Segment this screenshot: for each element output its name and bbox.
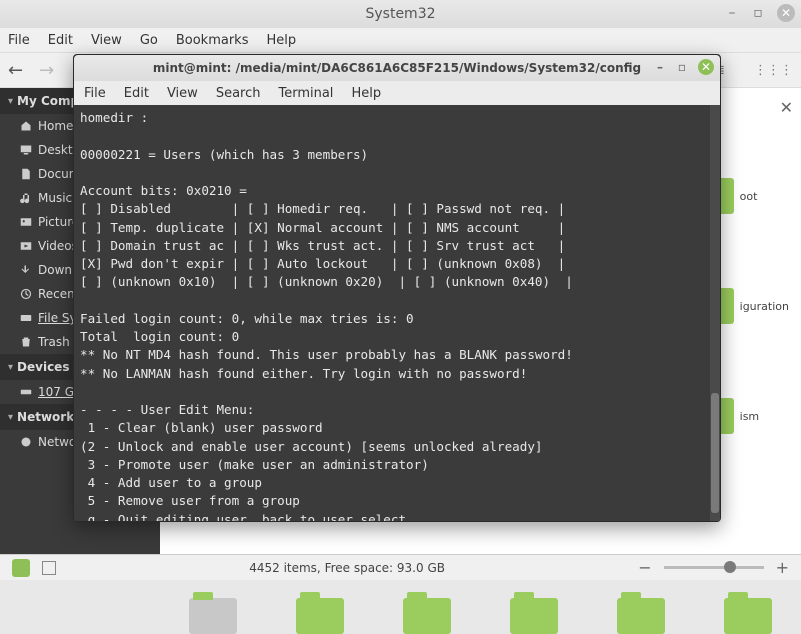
terminal-title: mint@mint: /media/mint/DA6C861A6C85F215/… [153, 61, 641, 75]
close-icon[interactable]: ✕ [777, 4, 795, 22]
term-menu-file[interactable]: File [84, 86, 106, 101]
menu-edit[interactable]: Edit [48, 33, 73, 48]
folder-icon [617, 598, 665, 634]
desktop-icon [20, 144, 32, 156]
recent-icon [20, 288, 32, 300]
terminal-menubar: File Edit View Search Terminal Help [74, 81, 720, 105]
filesystem-icon [20, 312, 32, 324]
status-bar: 4452 items, Free space: 93.0 GB − + [0, 554, 801, 580]
menu-go[interactable]: Go [140, 33, 158, 48]
folder-item[interactable] [183, 598, 243, 634]
terminal-maximize-icon[interactable]: ▫ [676, 61, 688, 73]
menu-help[interactable]: Help [266, 33, 296, 48]
window-title: System32 [365, 6, 435, 22]
term-menu-help[interactable]: Help [351, 86, 381, 101]
status-app-icon[interactable] [12, 559, 30, 577]
menu-view[interactable]: View [91, 33, 122, 48]
folder-item[interactable] [504, 598, 564, 634]
term-menu-view[interactable]: View [167, 86, 198, 101]
file-manager-titlebar[interactable]: System32 – ▫ ✕ [0, 0, 801, 28]
terminal-body[interactable]: homedir : 00000221 = Users (which has 3 … [74, 105, 720, 521]
folder-icon [510, 598, 558, 634]
zoom-slider[interactable] [664, 566, 764, 569]
status-toggle-icon[interactable] [42, 561, 56, 575]
folder-row [160, 598, 801, 634]
zoom-in-icon[interactable]: + [776, 558, 789, 577]
zoom-out-icon[interactable]: − [638, 558, 651, 577]
panel-close-icon[interactable]: ✕ [780, 98, 793, 117]
maximize-icon[interactable]: ▫ [751, 6, 765, 20]
download-icon [20, 264, 32, 276]
terminal-window[interactable]: mint@mint: /media/mint/DA6C861A6C85F215/… [73, 54, 721, 522]
menu-bookmarks[interactable]: Bookmarks [176, 33, 249, 48]
trash-icon [20, 336, 32, 348]
terminal-scrollbar[interactable] [710, 105, 720, 521]
term-menu-terminal[interactable]: Terminal [278, 86, 333, 101]
drive-icon [20, 386, 32, 398]
folder-icon [296, 598, 344, 634]
videos-icon [20, 240, 32, 252]
forward-icon[interactable]: → [39, 60, 54, 81]
documents-icon [20, 168, 32, 180]
folder-item[interactable] [611, 598, 671, 634]
home-icon [20, 120, 32, 132]
terminal-titlebar[interactable]: mint@mint: /media/mint/DA6C861A6C85F215/… [74, 55, 720, 81]
term-menu-edit[interactable]: Edit [124, 86, 149, 101]
back-icon[interactable]: ← [8, 60, 23, 81]
music-icon [20, 192, 32, 204]
folder-item[interactable] [718, 598, 778, 634]
network-icon [20, 436, 32, 448]
terminal-close-icon[interactable]: ✕ [698, 59, 714, 75]
file-manager-menubar: File Edit View Go Bookmarks Help [0, 28, 801, 52]
folder-item[interactable] [397, 598, 457, 634]
terminal-minimize-icon[interactable]: – [654, 61, 666, 73]
menu-file[interactable]: File [8, 33, 30, 48]
compact-view-icon[interactable]: ⋮⋮⋮ [754, 63, 793, 78]
minimize-icon[interactable]: – [725, 6, 739, 20]
term-menu-search[interactable]: Search [216, 86, 261, 101]
pictures-icon [20, 216, 32, 228]
folder-icon [189, 598, 237, 634]
folder-icon [724, 598, 772, 634]
folder-item[interactable] [290, 598, 350, 634]
terminal-output: homedir : 00000221 = Users (which has 3 … [80, 109, 720, 521]
folder-icon [403, 598, 451, 634]
status-text: 4452 items, Free space: 93.0 GB [68, 561, 626, 575]
